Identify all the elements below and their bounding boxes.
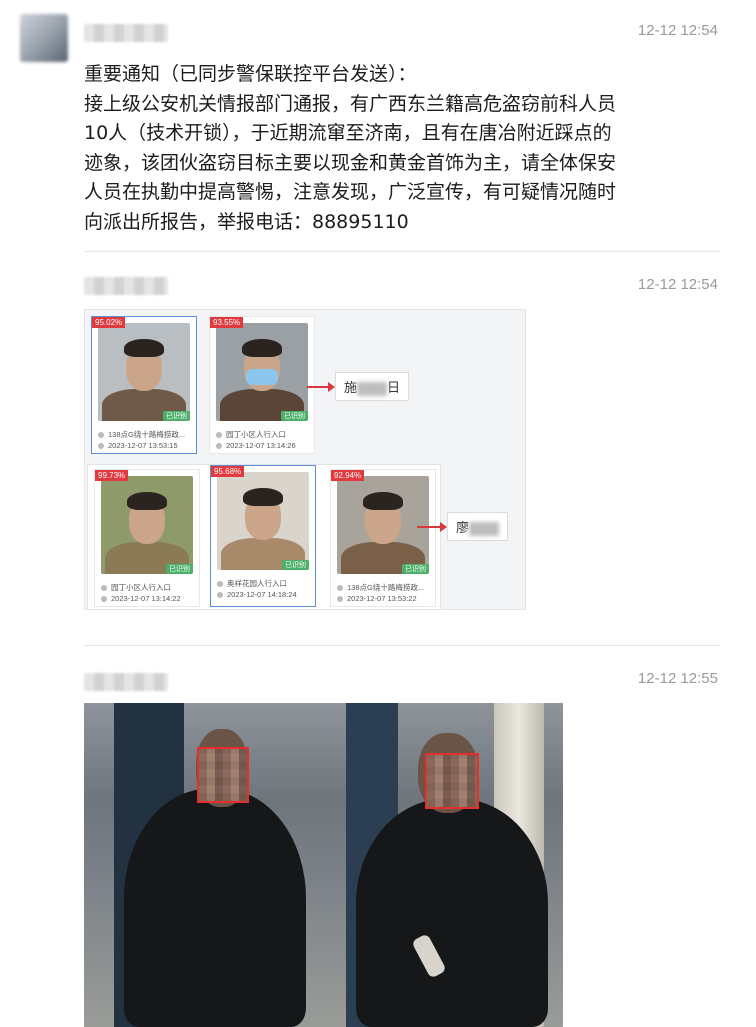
face-match-screenshot[interactable]: 95.02% 已识别 138点G绕十路梅捞政... 2023-12-07 13:… (84, 309, 526, 610)
suspect-name-label: 廖 (447, 512, 509, 541)
notice-line: 10人（技术开锁），于近期流窜至济南，且有在唐冶附近踩点的 (84, 122, 612, 144)
match-card: 92.94% 已识别 138点G绕十路梅捞政... 2023-12-07 13:… (330, 469, 436, 607)
notice-line: 向派出所报告，举报电话：88895110 (84, 210, 409, 233)
match-row-2: 99.73% 已识别 园丁小区人行入口 2023-12-07 13:14:22 … (87, 464, 441, 609)
suspect-photo (98, 323, 190, 421)
match-card: 99.73% 已识别 园丁小区人行入口 2023-12-07 13:14:22 (94, 469, 200, 607)
capture-time: 2023-12-07 13:53:22 (337, 594, 417, 603)
match-card: 95.68% 已识别 奥祥花园人行入口 2023-12-07 14:18:24 (210, 465, 316, 607)
similarity-score: 92.94% (331, 470, 365, 481)
message-divider (84, 251, 720, 252)
capture-time: 2023-12-07 13:14:22 (101, 594, 181, 603)
suspect-figure (124, 789, 306, 1027)
similarity-score: 95.02% (92, 317, 126, 328)
notice-line: 迹象，该团伙盗窃目标主要以现金和黄金首饰为主，请全体保安 (84, 151, 617, 174)
notice-line: 接上级公安机关情报部门通报，有广西东兰籍高危盗窃前科人员 (84, 92, 617, 115)
match-card: 93.55% 已识别 园丁小区人行入口 2023-12-07 13:14:26 (209, 316, 315, 454)
capture-location: 园丁小区人行入口 (101, 582, 171, 593)
message-time: 12-12 12:55 (637, 670, 718, 687)
face-detection-box (197, 747, 249, 803)
sender-name-blurred (84, 277, 168, 295)
capture-location: 园丁小区人行入口 (216, 429, 286, 440)
suspect-photo (216, 323, 308, 421)
message-time: 12-12 12:54 (637, 276, 718, 293)
suspect-name-label: 施日 (335, 372, 410, 401)
notice-message-text[interactable]: 重要通知（已同步警保联控平台发送）： 接上级公安机关情报部门通报，有广西东兰籍高… (84, 60, 694, 237)
status-badge: 已识别 (163, 411, 190, 421)
suspect-photo (337, 476, 429, 574)
face-detection-box (425, 753, 479, 809)
cctv-photo[interactable] (84, 703, 563, 1027)
capture-time: 2023-12-07 13:14:26 (216, 441, 296, 450)
status-badge: 已识别 (282, 560, 309, 570)
similarity-score: 99.73% (95, 470, 129, 481)
message-time: 12-12 12:54 (637, 22, 718, 39)
capture-location: 138点G绕十路梅捞政... (337, 582, 424, 593)
sender-name-blurred (84, 24, 168, 42)
status-badge: 已识别 (281, 411, 308, 421)
notice-line: 人员在执勤中提高警惕，注意发现，广泛宣传，有可疑情况随时 (84, 181, 617, 203)
match-arrow (417, 522, 447, 532)
similarity-score: 93.55% (210, 317, 244, 328)
capture-location: 138点G绕十路梅捞政... (98, 429, 185, 440)
status-badge: 已识别 (402, 564, 429, 574)
capture-time: 2023-12-07 14:18:24 (217, 590, 297, 599)
sender-name-blurred (84, 673, 168, 691)
suspect-photo (217, 472, 309, 570)
capture-location: 奥祥花园人行入口 (217, 578, 287, 589)
status-badge: 已识别 (166, 564, 193, 574)
capture-time: 2023-12-07 13:53:15 (98, 441, 178, 450)
notice-line: 重要通知（已同步警保联控平台发送）： (84, 63, 417, 85)
suspect-figure (356, 799, 548, 1027)
similarity-score: 95.68% (211, 466, 245, 477)
message-divider (84, 645, 720, 646)
match-arrow (307, 382, 335, 392)
suspect-photo (101, 476, 193, 574)
avatar[interactable] (20, 14, 68, 62)
match-card: 95.02% 已识别 138点G绕十路梅捞政... 2023-12-07 13:… (91, 316, 197, 454)
